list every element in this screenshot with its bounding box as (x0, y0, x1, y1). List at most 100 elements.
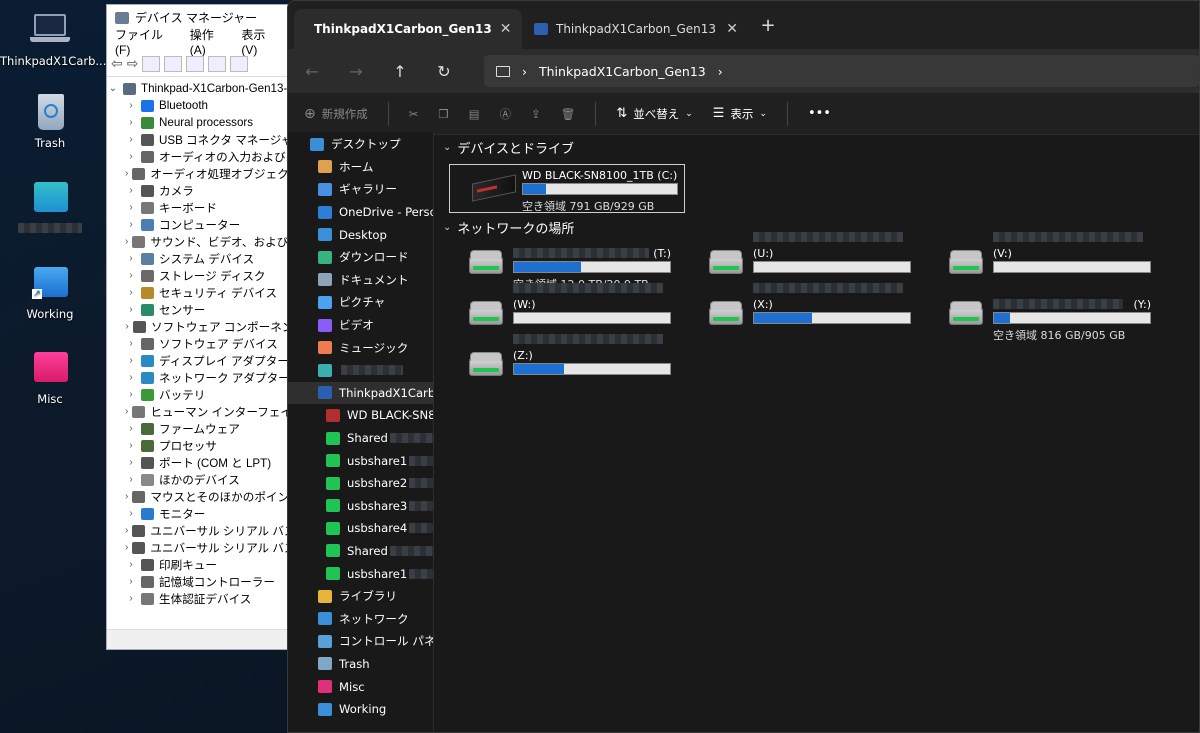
device-category-sound[interactable]: › サウンド、ビデオ、およびゲーム (107, 233, 305, 250)
device-category-computer[interactable]: › コンピューター (107, 216, 305, 233)
desktop-icon-folder-blurred[interactable] (0, 178, 100, 236)
device-category-neural[interactable]: › Neural processors (107, 114, 305, 131)
device-category-keyboard[interactable]: › キーボード (107, 199, 305, 216)
expand-icon[interactable]: › (125, 525, 128, 536)
expand-icon[interactable]: › (125, 236, 128, 247)
device-category-sensor[interactable]: › センサー (107, 301, 305, 318)
device-category-swdev[interactable]: › ソフトウェア デバイス (107, 335, 305, 352)
expand-icon[interactable]: › (125, 304, 137, 315)
back-icon[interactable]: ⇦ (111, 55, 123, 72)
network-drive-y[interactable]: (Y:) 空き領域 816 GB/905 GB (945, 297, 1151, 343)
expand-icon[interactable]: › (125, 202, 137, 213)
nav-item-7[interactable]: ピクチャ (288, 291, 433, 314)
expand-icon[interactable]: › (125, 508, 137, 519)
expand-icon[interactable]: › (125, 168, 128, 179)
nav-item-20[interactable]: ライブラリ (288, 585, 433, 608)
desktop-icon-thinkpad[interactable]: ThinkpadX1Carb... (0, 10, 106, 68)
device-category-battery[interactable]: › バッテリ (107, 386, 305, 403)
nav-item-24[interactable]: Misc (288, 675, 433, 698)
nav-item-6[interactable]: ドキュメント (288, 269, 433, 292)
device-category-camera[interactable]: › カメラ (107, 182, 305, 199)
expand-icon[interactable]: › (125, 100, 137, 111)
nav-item-0[interactable]: デスクトップ (288, 133, 433, 156)
close-tab-icon[interactable]: ✕ (726, 21, 738, 37)
nav-item-11[interactable]: ThinkpadX1Carbon (288, 381, 433, 405)
desktop-icon-trash[interactable]: Trash (0, 92, 100, 150)
share-icon[interactable]: ⇪ (531, 107, 541, 121)
expand-icon[interactable]: › (125, 338, 137, 349)
update-driver-icon[interactable] (208, 55, 227, 72)
chevron-right-icon[interactable]: › (522, 64, 527, 79)
device-category-other[interactable]: › ほかのデバイス (107, 471, 305, 488)
menu-action[interactable]: 操作(A) (190, 26, 230, 57)
rename-icon[interactable]: Ⓐ (500, 106, 512, 122)
expand-icon[interactable]: › (125, 389, 137, 400)
menu-file[interactable]: ファイル(F) (115, 26, 178, 57)
device-category-biometric[interactable]: › 生体認証デバイス (107, 590, 305, 607)
expand-icon[interactable]: › (125, 474, 137, 485)
device-category-system[interactable]: › システム デバイス (107, 250, 305, 267)
device-category-usb-dev[interactable]: › ユニバーサル シリアル バス デ (107, 539, 305, 556)
device-category-monitor[interactable]: › モニター (107, 505, 305, 522)
device-category-firmware[interactable]: › ファームウェア (107, 420, 305, 437)
expand-icon[interactable]: › (125, 355, 137, 366)
nav-item-5[interactable]: ダウンロード (288, 246, 433, 269)
nav-item-12[interactable]: WD BLACK-SN81 (288, 404, 433, 427)
nav-item-9[interactable]: ミュージック (288, 336, 433, 359)
expand-icon[interactable]: › (125, 219, 137, 230)
device-category-port[interactable]: › ポート (COM と LPT) (107, 454, 305, 471)
tab-inactive[interactable]: ThinkpadX1Carbon_Gen13 ✕ (522, 9, 750, 49)
cut-icon[interactable]: ✂ (409, 107, 419, 121)
device-category-usb-ctrl[interactable]: › ユニバーサル シリアル バス コ (107, 522, 305, 539)
nav-item-15[interactable]: usbshare2 (288, 472, 433, 495)
nav-item-16[interactable]: usbshare3 (288, 495, 433, 518)
forward-button[interactable]: → (346, 62, 366, 81)
menu-view[interactable]: 表示(V) (241, 26, 281, 57)
refresh-button[interactable]: ↻ (434, 62, 454, 81)
expand-icon[interactable]: › (125, 117, 137, 128)
nav-item-25[interactable]: Working (288, 698, 433, 721)
expand-icon[interactable]: › (125, 287, 137, 298)
nav-item-21[interactable]: ネットワーク (288, 607, 433, 630)
device-category-hid[interactable]: › ヒューマン インターフェイス デ (107, 403, 305, 420)
copy-icon[interactable]: ❐ (438, 107, 448, 121)
device-category-security[interactable]: › セキュリティ デバイス (107, 284, 305, 301)
nav-item-2[interactable]: ギャラリー (288, 178, 433, 201)
drive-c[interactable]: WD BLACK-SN8100_1TB (C:) 空き領域 791 GB/929… (449, 164, 685, 213)
nav-item-23[interactable]: Trash (288, 653, 433, 676)
paste-icon[interactable]: ▤ (469, 107, 480, 121)
address-bar[interactable]: › ThinkpadX1Carbon_Gen13 › (484, 55, 1199, 87)
section-network[interactable]: ⌄ ネットワークの場所 (443, 216, 574, 238)
nav-item-4[interactable]: Desktop (288, 223, 433, 246)
properties-icon[interactable] (142, 55, 161, 72)
expand-icon[interactable]: › (125, 134, 137, 145)
expand-icon[interactable]: › (125, 151, 137, 162)
tree-root[interactable]: ⌄ Thinkpad-X1Carbon-Gen13- (107, 80, 305, 97)
expand-icon[interactable]: › (125, 372, 137, 383)
up-button[interactable]: ↑ (390, 62, 410, 81)
nav-item-8[interactable]: ビデオ (288, 314, 433, 337)
device-category-display[interactable]: › ディスプレイ アダプター (107, 352, 305, 369)
network-drive-u[interactable]: (U:) (705, 232, 911, 280)
device-category-print[interactable]: › 印刷キュー (107, 556, 305, 573)
expand-icon[interactable]: › (125, 440, 137, 451)
device-category-usbc[interactable]: › USB コネクタ マネージャー (107, 131, 305, 148)
breadcrumb-this-pc[interactable]: ThinkpadX1Carbon_Gen13 (539, 64, 706, 79)
network-drive-x[interactable]: (X:) (705, 283, 911, 331)
expand-icon[interactable]: › (125, 270, 137, 281)
forward-icon[interactable]: ⇨ (127, 55, 139, 72)
expand-icon[interactable]: › (125, 559, 137, 570)
expand-icon[interactable]: › (125, 576, 137, 587)
expand-icon[interactable]: › (125, 185, 137, 196)
nav-item-19[interactable]: usbshare1 (288, 562, 433, 585)
section-devices[interactable]: ⌄ デバイスとドライブ (443, 136, 1199, 158)
expand-icon[interactable]: › (125, 321, 129, 332)
device-category-storage-ctrl[interactable]: › 記憶域コントローラー (107, 573, 305, 590)
expand-icon[interactable]: › (125, 457, 137, 468)
tab-active[interactable]: ThinkpadX1Carbon_Gen13 ✕ (294, 9, 522, 49)
chevron-right-icon[interactable]: › (718, 64, 723, 79)
desktop-icon-misc[interactable]: Misc (0, 348, 100, 406)
network-drive-z[interactable]: (Z:) (465, 334, 671, 382)
scan-icon[interactable] (230, 55, 249, 72)
device-category-swcomp[interactable]: › ソフトウェア コンポーネント (107, 318, 305, 335)
